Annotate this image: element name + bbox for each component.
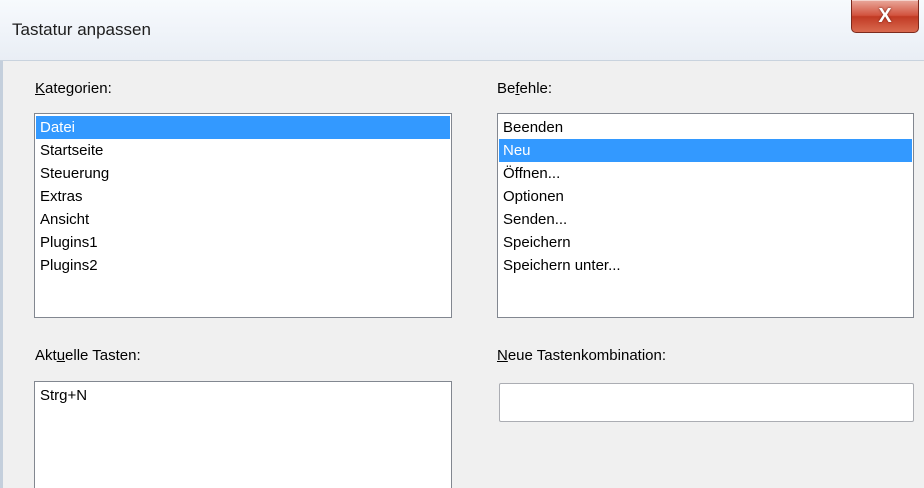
category-item[interactable]: Startseite — [36, 139, 450, 162]
commands-listbox[interactable]: Beenden Neu Öffnen... Optionen Senden... Spei… — [497, 113, 914, 318]
categories-label: Kategorien: — [35, 80, 112, 97]
command-item[interactable]: Optionen — [499, 185, 912, 208]
new-shortcut-label: Neue Tastenkombination: — [497, 347, 667, 364]
command-item[interactable]: Neu — [499, 139, 912, 162]
close-button[interactable]: X — [851, 0, 919, 33]
current-keys-label: Aktuelle Tasten: — [35, 347, 141, 364]
category-item[interactable]: Datei — [36, 116, 450, 139]
new-shortcut-value — [500, 381, 510, 406]
category-item[interactable]: Ansicht — [36, 208, 450, 231]
close-icon: X — [878, 4, 892, 27]
window-title: Tastatur anpassen — [12, 20, 151, 39]
new-shortcut-input[interactable] — [499, 383, 914, 422]
command-item[interactable]: Speichern unter... — [499, 254, 912, 277]
command-item[interactable]: Beenden — [499, 116, 912, 139]
categories-listbox[interactable]: Datei Startseite Steuerung Extras Ansicht Plu… — [34, 113, 452, 318]
current-key-item[interactable]: Strg+N — [36, 384, 450, 407]
category-item[interactable]: Plugins1 — [36, 231, 450, 254]
command-item[interactable]: Öffnen... — [499, 162, 912, 185]
command-item[interactable]: Speichern — [499, 231, 912, 254]
window-frame-left — [0, 61, 3, 488]
category-item[interactable]: Plugins2 — [36, 254, 450, 277]
title-bar: Tastatur anpassen X — [0, 0, 924, 61]
commands-label: Befehle: — [497, 80, 553, 97]
category-item[interactable]: Extras — [36, 185, 450, 208]
category-item[interactable]: Steuerung — [36, 162, 450, 185]
command-item[interactable]: Senden... — [499, 208, 912, 231]
current-keys-listbox[interactable]: Strg+N — [34, 381, 452, 488]
